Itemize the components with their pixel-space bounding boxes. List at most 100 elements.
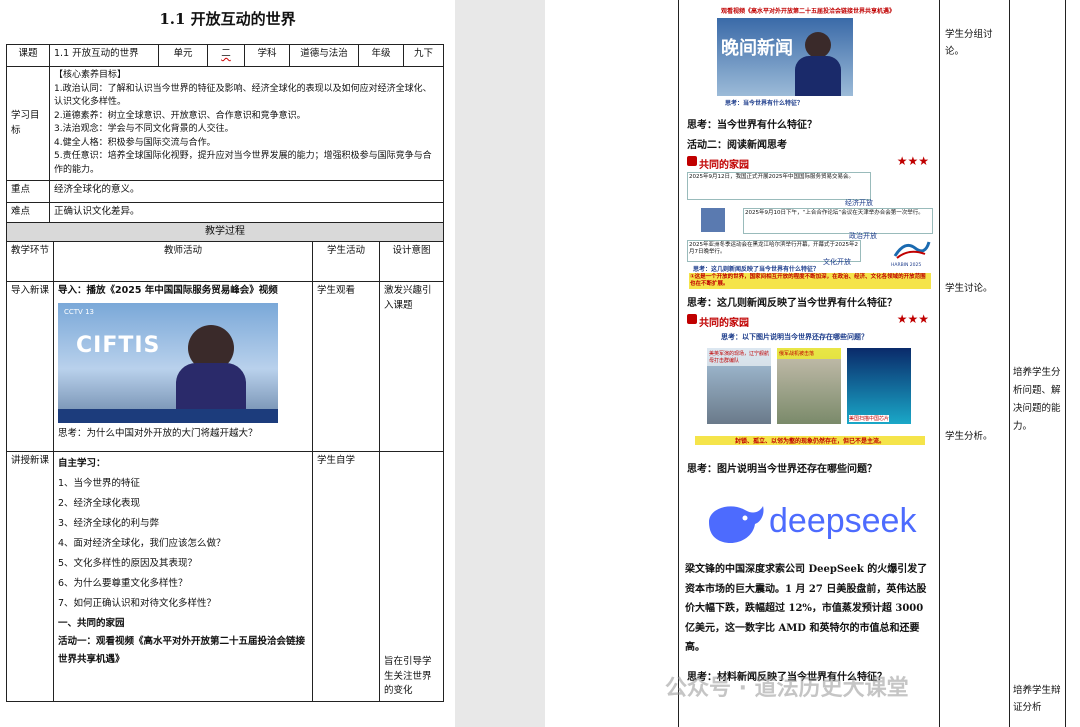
news-image-caption: 美国扫描中国芯片 — [849, 415, 890, 422]
student-activity-2: 学生讨论。 — [945, 283, 993, 294]
intro-student: 学生观看 — [312, 281, 380, 452]
flag-icon — [687, 156, 697, 166]
intro-video-thumbnail[interactable]: CCTV 13 CIFTIS — [58, 302, 278, 423]
question-1: 思考：当今世界有什么特征？ — [687, 120, 817, 131]
deepseek-logo: deepseek — [705, 498, 925, 554]
news-slide-1: 共同的家园 ★★★ 2025年9月12日，我国正式开展2025年中国国际服务贸易… — [685, 154, 935, 292]
grade-label: 年级 — [358, 44, 404, 67]
document-page-left: 1.1 开放互动的世界 课题 1.1 开放互动的世界 单元 二 学科 道德与法治… — [0, 0, 455, 727]
lecture-student: 学生自学 — [312, 451, 380, 702]
lecture-item: 4、面对经济全球化，我们应该怎么做？ — [58, 537, 226, 549]
process-table: 教学环节 教师活动 学生活动 设计意图 导入新课 导入：播放《2025 年中国国… — [6, 241, 444, 702]
harbin-logo: HARBIN 2025 — [891, 238, 931, 268]
grade-value: 九下 — [403, 44, 444, 67]
intro-teacher-cell: 导入：播放《2025 年中国国际服务贸易峰会》视频 CCTV 13 CIFTIS… — [53, 281, 313, 452]
anchor-body — [795, 56, 841, 96]
lecture-item: 7、如何正确认识和对待文化多样性？ — [58, 597, 217, 609]
goals-label: 学习目标 — [6, 66, 50, 181]
video-caption: 观看视频《高水平对外开放第二十五届投洽会链接世界共享机遇》 — [720, 8, 895, 15]
news-image-1: 美英军演的现场，辽宁舰航母打击群编队 — [707, 348, 771, 424]
document-page-right: 观看视频《高水平对外开放第二十五届投洽会链接世界共享机遇》 晚间新闻 思考：当今… — [545, 0, 1080, 727]
col-line — [1009, 0, 1010, 727]
topic-label: 课题 — [6, 44, 50, 67]
lecture-teacher-cell: 自主学习： 1、当今世界的特征 2、经济全球化表现 3、经济全球化的利与弊 4、… — [53, 451, 313, 702]
page-gap — [455, 0, 545, 727]
news-image-3: 美国扫描中国芯片 — [847, 348, 911, 424]
lecture-stage: 讲授新课 — [6, 451, 54, 702]
col-header-student: 学生活动 — [312, 241, 380, 282]
goal-line: 5.责任意识：培养全球国际化视野，提升应对当今世界发展的能力；增强积极参与国际竞… — [54, 151, 432, 175]
news-image-caption: 俄军战机被击落 — [777, 348, 841, 359]
document-title: 1.1 开放互动的世界 — [159, 10, 296, 28]
news-item: 2025年9月12日，我国正式开展2025年中国国际服务贸易交易会。 — [687, 172, 871, 200]
anchor-head — [805, 32, 831, 58]
deepseek-paragraph: 梁文锋的中国深度求索公司 DeepSeek 的火爆引发了资本市场的巨大震动。1 … — [685, 564, 928, 653]
goal-line: 2.道德素养：树立全球意识、开放意识、合作意识和竞争意识。 — [54, 110, 306, 121]
col-header-intent: 设计意图 — [379, 241, 444, 282]
student-activity-3: 学生分析。 — [945, 431, 993, 442]
goal-line: 1.政治认同：了解和认识当今世界的特征及影响、经济全球化的表现以及如何应对经济全… — [54, 83, 432, 108]
whale-icon — [709, 506, 764, 544]
news-answer: 封锁、孤立、以邻为壑的现象仍然存在，但已不是主流。 — [695, 436, 925, 445]
news-slide-2: 共同的家园 ★★★ 思考：以下图片说明当今世界还存在哪些问题？ 美英军演的现场，… — [685, 312, 935, 454]
flag-icon — [687, 314, 697, 324]
process-header: 教学过程 — [6, 222, 444, 242]
student-activity-1: 学生分组讨论。 — [945, 29, 993, 58]
lecture-item: 1、当今世界的特征 — [58, 477, 141, 489]
news-header: 共同的家园 — [699, 318, 749, 329]
person-thumbnail — [701, 208, 725, 232]
news-image-caption: 美英军演的现场，辽宁舰航母打击群编队 — [707, 348, 771, 366]
star-icons: ★★★ — [896, 312, 929, 326]
subject-value: 道德与法治 — [289, 44, 359, 67]
harbin-logo-text: HARBIN 2025 — [891, 263, 922, 268]
video-channel-tag: CCTV 13 — [64, 307, 94, 316]
col-line — [939, 0, 940, 727]
video-logo: CIFTIS — [76, 332, 161, 358]
topic-value: 1.1 开放互动的世界 — [49, 44, 159, 67]
key-value: 经济全球化的意义。 — [49, 180, 444, 203]
section-heading: 一、共同的家园 — [58, 617, 125, 629]
col-line — [678, 0, 679, 727]
video-subcaption: 思考：当今世界有什么特征？ — [725, 100, 804, 107]
intro-intent: 激发兴趣引入课题 — [379, 281, 444, 452]
video-title: 晚间新闻 — [721, 38, 793, 59]
intro-stage: 导入新课 — [6, 281, 54, 452]
activity-one: 活动一：观看视频《高水平对外开放第二十五届投洽会链接世界共享机遇》 — [58, 636, 306, 666]
news-tag: 经济开放 — [845, 199, 873, 207]
intent-text-2: 培养学生辩证分析 — [1013, 685, 1061, 714]
col-header-teacher: 教师活动 — [53, 241, 313, 282]
intro-activity-title: 导入：播放《2025 年中国国际服务贸易峰会》视频 — [58, 285, 278, 296]
lecture-intent: 旨在引导学生关注世界的变化 — [379, 451, 444, 702]
unit-label: 单元 — [158, 44, 208, 67]
news-question: 思考：以下图片说明当今世界还存在哪些问题？ — [721, 333, 868, 341]
question-2: 思考：这几则新闻反映了当今世界有什么特征？ — [687, 298, 897, 309]
goals-table: 学习目标 【核心素养目标】 1.政治认同：了解和认识当今世界的特征及影响、经济全… — [6, 66, 444, 225]
star-icons: ★★★ — [896, 154, 929, 168]
news-question: 思考：这几则新闻反映了当今世界有什么特征？ — [693, 266, 820, 273]
harbin-logo-icon — [893, 241, 931, 259]
question-3: 思考：图片说明当今世界还存在哪些问题？ — [687, 464, 877, 475]
news-tag: 文化开放 — [823, 258, 851, 266]
lecture-subtitle: 自主学习： — [58, 458, 106, 469]
activity-two: 活动二：阅读新闻思考 — [687, 140, 787, 151]
lecture-item: 2、经济全球化表现 — [58, 497, 141, 509]
deepseek-wordmark: deepseek — [769, 502, 917, 540]
subject-label: 学科 — [244, 44, 290, 67]
key-label: 重点 — [6, 180, 50, 203]
lecture-item: 6、为什么要尊重文化多样性？ — [58, 577, 188, 589]
video-frame[interactable]: 晚间新闻 — [717, 18, 853, 96]
news-item: 2025年9月10日下午，“上合合作论坛”会议在天津举办合会第一次举行。 — [743, 208, 933, 234]
col-line — [1065, 0, 1066, 727]
lecture-item: 5、文化多样性的原因及其表现？ — [58, 557, 198, 569]
unit-value: 二 — [207, 44, 245, 67]
news-desk — [58, 408, 278, 423]
goal-line: 4.健全人格：积极参与国际交流与合作。 — [54, 137, 216, 148]
anchor-body — [176, 362, 246, 413]
news-image-2: 俄军战机被击落 — [777, 348, 841, 424]
watermark: 公众号 · 道法历史大课堂 — [665, 676, 909, 701]
news-answer: ①这是一个开放的世界，国家间相互开放的程度不断加深，在政治、经济、文化各领域的开… — [689, 273, 931, 290]
intent-text-1: 培养学生分析问题、解决问题的能力。 — [1013, 367, 1061, 433]
lesson-info-table: 课题 1.1 开放互动的世界 单元 二 学科 道德与法治 年级 九下 — [6, 44, 444, 67]
intro-question: 思考：为什么中国对外开放的大门将越开越大？ — [58, 427, 258, 439]
video-slide: 观看视频《高水平对外开放第二十五届投洽会链接世界共享机遇》 晚间新闻 思考：当今… — [685, 6, 931, 107]
